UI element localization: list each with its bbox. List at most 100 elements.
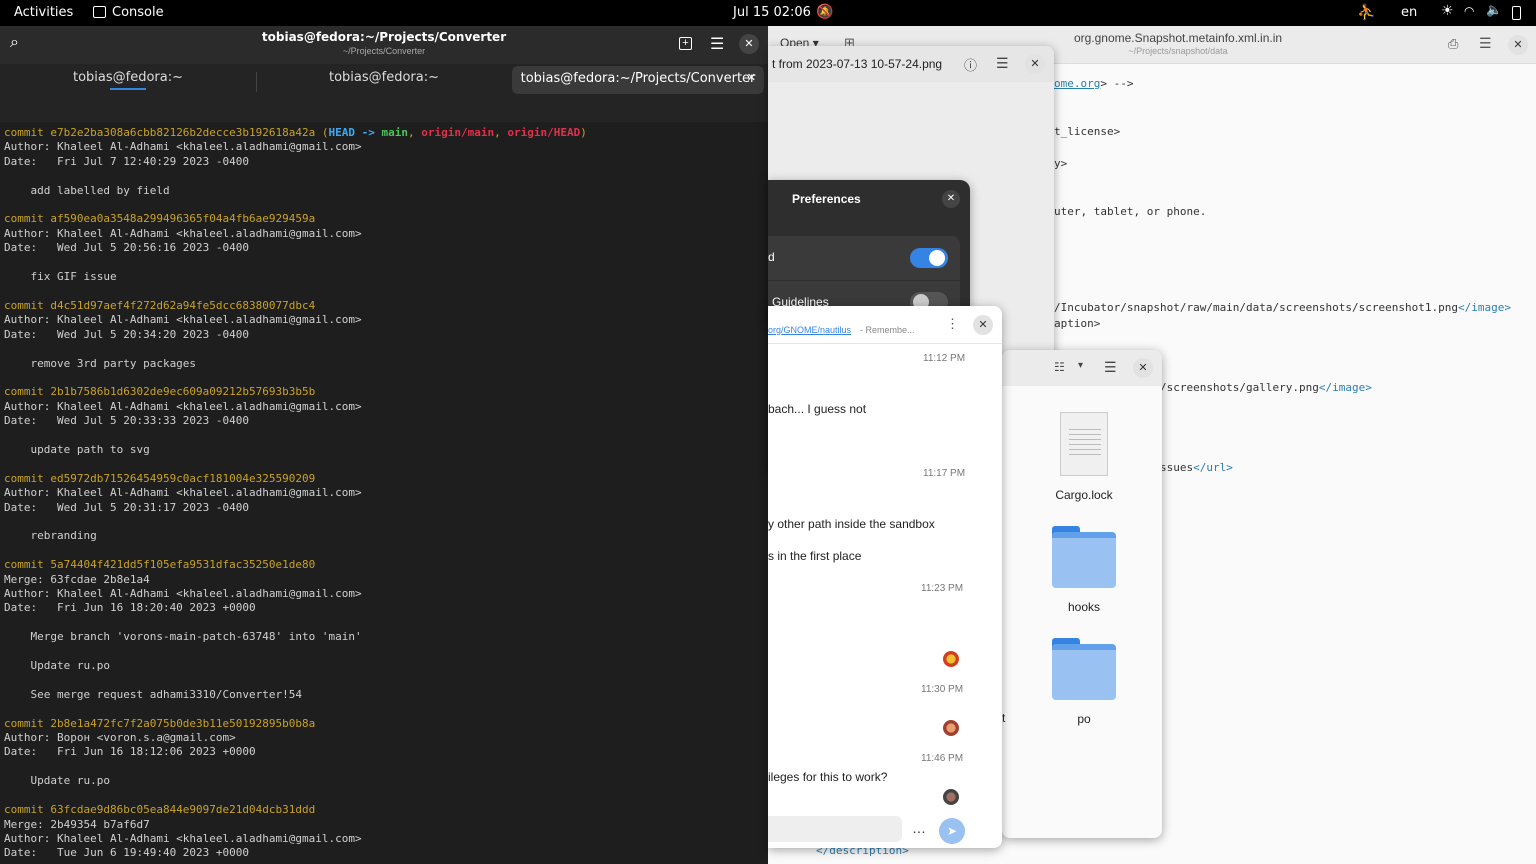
document-icon <box>1060 412 1108 476</box>
tab-bar: tobias@fedora:~ tobias@fedora:~ tobias@f… <box>0 64 768 122</box>
editor-close-icon[interactable]: ✕ <box>1508 35 1528 55</box>
volume-icon[interactable]: 🔈 <box>1486 3 1502 18</box>
tab-2[interactable]: tobias@fedora:~ <box>256 64 512 92</box>
file-item-hooks[interactable] <box>1052 526 1116 590</box>
avatar[interactable] <box>943 651 959 667</box>
commit-message: Update ru.po <box>4 774 110 788</box>
info-icon[interactable]: ⓘ <box>964 55 977 74</box>
editor-menu-icon[interactable]: ☰ <box>1479 35 1492 52</box>
notifications-off-icon: 🔕 <box>816 4 834 20</box>
commit-date: Date: Wed Jul 5 20:33:33 2023 -0400 <box>4 414 250 428</box>
chat-topic-link[interactable]: org/GNOME/nautilus <box>768 325 851 335</box>
app-menu[interactable]: Console <box>112 5 164 20</box>
editor-title: org.gnome.Snapshot.metainfo.xml.in.in <box>1073 31 1283 45</box>
close-tab-icon[interactable]: ✕ <box>747 71 756 84</box>
keyboard-layout[interactable]: en <box>1401 5 1417 20</box>
new-tab-icon[interactable]: + <box>679 37 692 50</box>
activities-button[interactable]: Activities <box>14 5 73 20</box>
files-close-icon[interactable]: ✕ <box>1133 358 1153 378</box>
pref-row-1: d <box>768 236 960 280</box>
terminal-header: ⌕ tobias@fedora:~/Projects/Converter ~/P… <box>0 26 768 64</box>
wifi-icon[interactable]: ◠ <box>1464 4 1474 18</box>
files-window: ☷ ▾ ☰ ✕ Cargo.lock hooks po <box>1002 350 1162 838</box>
files-header: ☷ ▾ ☰ ✕ <box>1002 350 1162 386</box>
commit-author: Author: Khaleel Al-Adhami <khaleel.aladh… <box>4 486 362 500</box>
message-text: ileges for this to work? <box>768 770 888 784</box>
close-icon[interactable]: ✕ <box>739 34 759 54</box>
search-icon[interactable]: ⌕ <box>10 34 19 52</box>
avatar[interactable] <box>943 789 959 805</box>
brightness-icon[interactable]: ☀ <box>1441 3 1454 19</box>
list-view-icon[interactable]: ☷ <box>1054 360 1065 374</box>
commit-date: Date: Fri Jun 16 18:12:06 2023 +0000 <box>4 745 256 759</box>
commit-author: Author: Khaleel Al-Adhami <khaleel.aladh… <box>4 140 362 154</box>
message-input[interactable] <box>768 816 902 842</box>
code-line: t_license> <box>1054 125 1121 138</box>
battery-icon[interactable] <box>1512 6 1521 20</box>
commit-author: Author: Khaleel Al-Adhami <khaleel.aladh… <box>4 226 362 240</box>
code-line: /Incubator/snapshot/raw/main/data/screen… <box>1054 301 1511 314</box>
accessibility-icon[interactable]: ⛹ <box>1357 3 1376 21</box>
message-time: 11:46 PM <box>921 753 964 764</box>
commit-date: Date: Wed Jul 5 20:31:17 2023 -0400 <box>4 500 250 514</box>
message-time: 11:17 PM <box>923 468 966 479</box>
save-icon[interactable]: ⎙ <box>1448 36 1458 52</box>
chevron-down-icon[interactable]: ▾ <box>1078 360 1083 371</box>
chat-close-icon[interactable]: ✕ <box>973 315 993 335</box>
more-options-icon[interactable]: … <box>912 820 926 836</box>
preferences-window: Preferences ✕ d Guidelines <box>768 180 970 321</box>
code-line: y> <box>1054 157 1068 170</box>
commit-message: Merge branch 'vorons-main-patch-63748' i… <box>4 630 362 644</box>
commit-date: Date: Fri Jun 16 18:20:40 2023 +0000 <box>4 601 256 615</box>
viewer-title: t from 2023-07-13 10-57-24.png <box>772 57 943 71</box>
terminal-window: ⌕ tobias@fedora:~/Projects/Converter ~/P… <box>0 26 768 864</box>
commit-merge: Merge: 63fcdae 2b8e1a4 <box>4 572 150 586</box>
code-line: ome.org> --> <box>1054 77 1134 90</box>
console-icon <box>93 6 106 18</box>
menu-icon[interactable]: ☰ <box>710 34 724 54</box>
commit-date: Date: Fri Jul 7 12:40:29 2023 -0400 <box>4 154 250 168</box>
preferences-close-icon[interactable]: ✕ <box>942 190 960 208</box>
tab-3-active[interactable]: tobias@fedora:~/Projects/Converter ✕ <box>512 66 764 94</box>
commit-author: Author: Khaleel Al-Adhami <khaleel.aladh… <box>4 587 362 600</box>
viewer-menu-icon[interactable]: ☰ <box>996 55 1009 72</box>
commit-hash: commit e7b2e2ba308a6cbb82126b2decce3b192… <box>4 126 587 139</box>
file-item-po[interactable] <box>1052 638 1116 702</box>
viewer-close-icon[interactable]: ✕ <box>1025 54 1045 74</box>
commit-date: Date: Tue Jun 6 19:49:40 2023 +0000 <box>4 846 250 856</box>
kebab-menu-icon[interactable]: ⋮ <box>946 316 959 332</box>
commit-date: Date: Wed Jul 5 20:56:16 2023 -0400 <box>4 241 250 255</box>
preferences-title: Preferences <box>792 192 861 206</box>
commit-message: Update ru.po <box>4 659 110 673</box>
clock[interactable]: Jul 15 02:06 <box>733 5 811 20</box>
commit-message: update path to svg <box>4 442 150 456</box>
commit-hash: commit 63fcdae9d86bc05ea844e9097de21d04d… <box>4 803 316 817</box>
tab-indicator <box>110 88 146 90</box>
send-icon[interactable]: ➤ <box>939 818 965 844</box>
files-menu-icon[interactable]: ☰ <box>1104 359 1117 376</box>
avatar[interactable] <box>943 720 959 736</box>
tab-1[interactable]: tobias@fedora:~ <box>0 64 256 92</box>
tab-label: tobias@fedora:~ <box>328 70 440 85</box>
file-item-cargo-lock[interactable] <box>1056 412 1112 478</box>
terminal-output[interactable]: commit e7b2e2ba308a6cbb82126b2decce3b192… <box>4 126 764 856</box>
pref-toggle-on[interactable] <box>910 248 948 268</box>
commit-author: Author: Khaleel Al-Adhami <khaleel.aladh… <box>4 831 362 845</box>
